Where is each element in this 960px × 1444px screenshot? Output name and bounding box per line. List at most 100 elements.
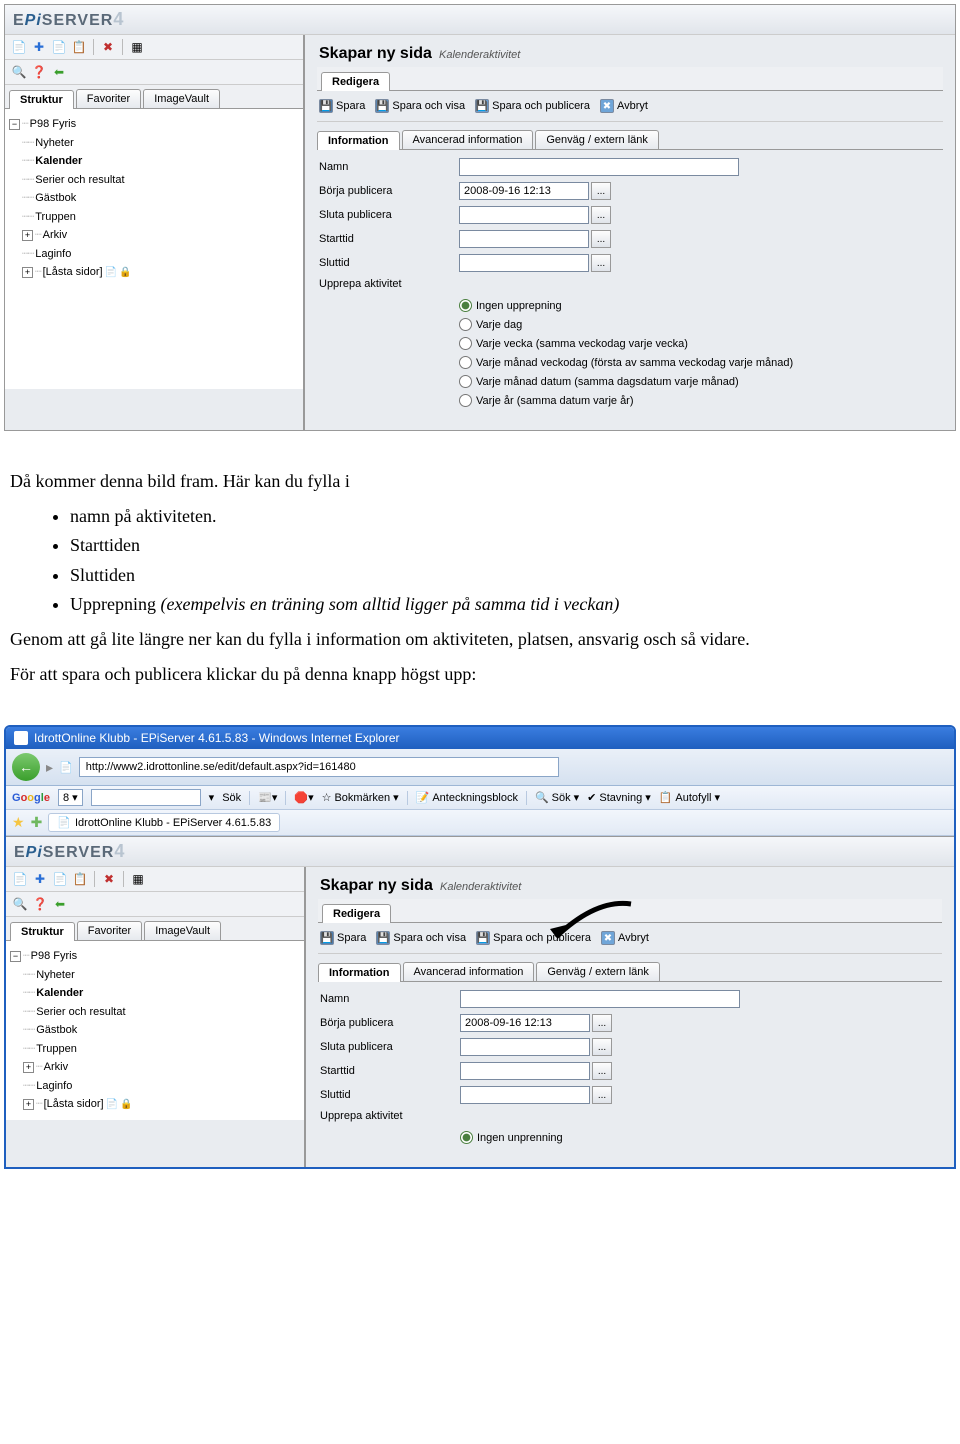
datepicker-button[interactable]: ... — [592, 1014, 612, 1032]
tree-expand-icon[interactable]: + — [23, 1099, 34, 1110]
tree-item-nyheter[interactable]: Nyheter — [35, 135, 74, 152]
tab-favoriter[interactable]: Favoriter — [76, 89, 141, 108]
exit-icon[interactable]: ⬅ — [52, 896, 68, 912]
tab-struktur-2[interactable]: Struktur — [10, 922, 75, 941]
tree-collapse-icon[interactable]: − — [10, 951, 21, 962]
tree-item[interactable]: Nyheter — [36, 967, 75, 984]
tab-genvag-2[interactable]: Genväg / extern länk — [536, 962, 660, 981]
tab-avancerad-2[interactable]: Avancerad information — [403, 962, 535, 981]
google-spelling-button[interactable]: ✔ Stavning ▾ — [587, 791, 651, 804]
google-search-input[interactable] — [91, 789, 201, 806]
input-name[interactable] — [459, 158, 739, 176]
input-end-pub-2[interactable] — [460, 1038, 590, 1056]
browser-tab[interactable]: 📄 IdrottOnline Klubb - EPiServer 4.61.5.… — [48, 813, 280, 832]
datepicker-button[interactable]: ... — [592, 1062, 612, 1080]
google-notes-button[interactable]: 📝 Anteckningsblock — [416, 791, 518, 804]
paste-icon[interactable]: 📋 — [72, 871, 88, 887]
tree-item[interactable]: Arkiv — [44, 1059, 68, 1076]
tree-item-laginfo[interactable]: Laginfo — [35, 246, 71, 263]
datepicker-button[interactable]: ... — [591, 182, 611, 200]
paste-icon[interactable]: 📋 — [71, 39, 87, 55]
cancel-button[interactable]: ✖Avbryt — [600, 99, 648, 113]
tree-item[interactable]: Truppen — [36, 1041, 77, 1058]
back-button[interactable]: ← — [12, 753, 40, 781]
tree-item-locked[interactable]: [Låsta sidor] — [43, 264, 103, 281]
google-search-button[interactable]: Sök — [222, 792, 241, 804]
address-bar[interactable] — [79, 757, 559, 777]
tab-redigera[interactable]: Redigera — [321, 72, 390, 91]
google-popup-icon[interactable]: 🛑▾ — [294, 791, 313, 804]
tree-item-kalender[interactable]: Kalender — [35, 153, 82, 170]
google-autofill-button[interactable]: 📋 Autofyll ▾ — [659, 791, 720, 804]
tree-item[interactable]: Serier och resultat — [36, 1004, 125, 1021]
delete-icon[interactable]: ✖ — [101, 871, 117, 887]
tree-root-2[interactable]: P98 Fyris — [31, 948, 77, 965]
tab-favoriter-2[interactable]: Favoriter — [77, 921, 142, 940]
add-favorite-icon[interactable]: ✚ — [31, 814, 43, 831]
google-find-button[interactable]: 🔍 Sök ▾ — [535, 791, 579, 804]
save-button[interactable]: 💾Spara — [319, 99, 365, 113]
tab-struktur[interactable]: Struktur — [9, 90, 74, 109]
tab-avancerad[interactable]: Avancerad information — [402, 130, 534, 149]
input-end-time[interactable] — [459, 254, 589, 272]
favorite-star-icon[interactable]: ★ — [12, 814, 25, 831]
tree-item[interactable]: Gästbok — [36, 1022, 77, 1039]
forward-button[interactable]: ▸ — [46, 759, 53, 776]
radio-option-0[interactable]: Ingen upprepning — [459, 296, 941, 315]
google-menu-dropdown[interactable]: 8 ▾ — [58, 789, 83, 806]
radio-option-1[interactable]: Varje dag — [459, 315, 941, 334]
tree-collapse-icon[interactable]: − — [9, 119, 20, 130]
input-start-time[interactable] — [459, 230, 589, 248]
tab-information-2[interactable]: Information — [318, 963, 401, 982]
input-end-pub[interactable] — [459, 206, 589, 224]
new-page-icon[interactable]: 📄 — [12, 871, 28, 887]
tab-genvag[interactable]: Genväg / extern länk — [535, 130, 659, 149]
tree-item-truppen[interactable]: Truppen — [35, 209, 76, 226]
add-icon[interactable]: ✚ — [31, 39, 47, 55]
grid-icon[interactable]: ▦ — [130, 871, 146, 887]
radio-option-5[interactable]: Varje år (samma datum varje år) — [459, 391, 941, 410]
radio-option-2[interactable]: Varje vecka (samma veckodag varje vecka) — [459, 334, 941, 353]
tree-item-arkiv[interactable]: Arkiv — [43, 227, 67, 244]
help-icon[interactable]: ❓ — [32, 896, 48, 912]
tree-item[interactable]: Laginfo — [36, 1078, 72, 1095]
google-bookmarks-button[interactable]: ☆ Bokmärken ▾ — [322, 791, 399, 804]
input-start-pub[interactable] — [459, 182, 589, 200]
tree-item[interactable]: [Låsta sidor] — [44, 1096, 104, 1113]
tree-expand-icon[interactable]: + — [22, 230, 33, 241]
add-icon[interactable]: ✚ — [32, 871, 48, 887]
input-end-time-2[interactable] — [460, 1086, 590, 1104]
copy-icon[interactable]: 📄 — [52, 871, 68, 887]
datepicker-button[interactable]: ... — [591, 206, 611, 224]
radio-option-partial[interactable]: Ingen unprenning — [460, 1128, 940, 1147]
tree-item-serier[interactable]: Serier och resultat — [35, 172, 124, 189]
tree-item-gastbok[interactable]: Gästbok — [35, 190, 76, 207]
exit-icon[interactable]: ⬅ — [51, 64, 67, 80]
new-page-icon[interactable]: 📄 — [11, 39, 27, 55]
save-button-2[interactable]: 💾Spara — [320, 931, 366, 945]
search-icon[interactable]: 🔍 — [11, 64, 27, 80]
tree-expand-icon[interactable]: + — [23, 1062, 34, 1073]
grid-icon[interactable]: ▦ — [129, 39, 145, 55]
datepicker-button[interactable]: ... — [591, 230, 611, 248]
tab-imagevault[interactable]: ImageVault — [143, 89, 220, 108]
datepicker-button[interactable]: ... — [592, 1086, 612, 1104]
help-icon[interactable]: ❓ — [31, 64, 47, 80]
google-news-icon[interactable]: 📰▾ — [258, 791, 277, 804]
google-search-dropdown[interactable]: ▾ — [209, 791, 215, 804]
save-view-button-2[interactable]: 💾Spara och visa — [376, 931, 466, 945]
copy-icon[interactable]: 📄 — [51, 39, 67, 55]
tab-redigera-2[interactable]: Redigera — [322, 904, 391, 923]
tab-imagevault-2[interactable]: ImageVault — [144, 921, 221, 940]
save-view-button[interactable]: 💾Spara och visa — [375, 99, 465, 113]
input-start-time-2[interactable] — [460, 1062, 590, 1080]
radio-option-4[interactable]: Varje månad datum (samma dagsdatum varje… — [459, 372, 941, 391]
tree-root[interactable]: P98 Fyris — [30, 116, 76, 133]
tree-item[interactable]: Kalender — [36, 985, 83, 1002]
radio-option-3[interactable]: Varje månad veckodag (första av samma ve… — [459, 353, 941, 372]
datepicker-button[interactable]: ... — [591, 254, 611, 272]
tab-information[interactable]: Information — [317, 131, 400, 150]
datepicker-button[interactable]: ... — [592, 1038, 612, 1056]
search-icon[interactable]: 🔍 — [12, 896, 28, 912]
input-start-pub-2[interactable] — [460, 1014, 590, 1032]
